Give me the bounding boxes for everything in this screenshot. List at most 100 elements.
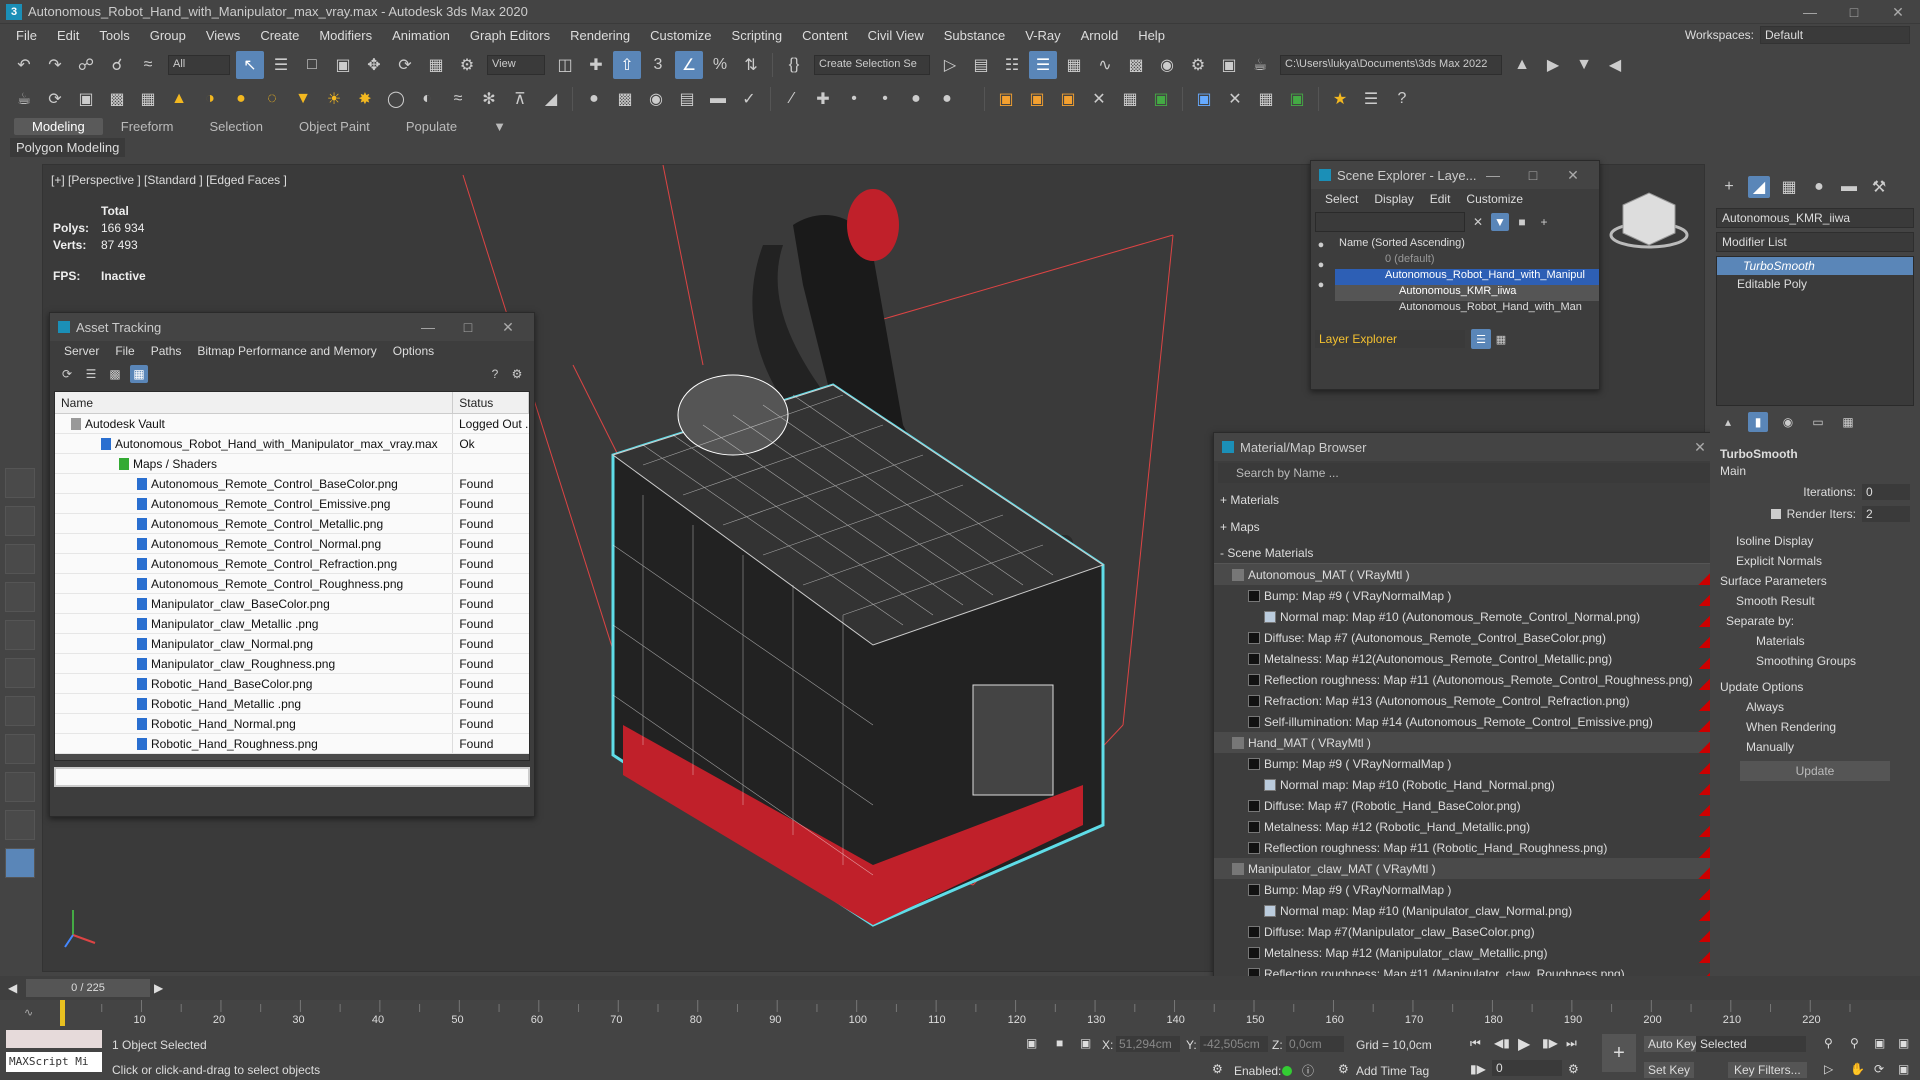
map-row[interactable]: Normal map: Map #10 (Manipulator_claw_No… (1214, 900, 1726, 921)
enabled-indicator-icon[interactable] (1282, 1066, 1292, 1076)
substance-fe-icon[interactable]: ▣ (1054, 85, 1082, 113)
next-key-icon[interactable]: ▮▶ (1542, 1036, 1558, 1050)
map-row[interactable]: Metalness: Map #12(Autonomous_Remote_Con… (1214, 648, 1726, 669)
material-browser-titlebar[interactable]: Material/Map Browser ✕ (1214, 433, 1726, 461)
scene-row-kmr-iiwa[interactable]: Autonomous_KMR_iiwa (1335, 285, 1599, 301)
map-row[interactable]: Normal map: Map #10 (Robotic_Hand_Normal… (1214, 774, 1726, 795)
layout-tab-icon[interactable] (5, 544, 35, 574)
scene-search-input[interactable] (1315, 212, 1465, 232)
materials-group[interactable]: + Materials (1214, 489, 1726, 510)
modifier-turbosmooth[interactable]: TurboSmooth (1717, 257, 1913, 275)
scene-materials-group[interactable]: - Scene Materials (1214, 543, 1726, 564)
scene-menu-select[interactable]: Select (1317, 192, 1366, 206)
asset-row[interactable]: Robotic_Hand_Metallic .png Found (55, 694, 529, 714)
maximize-icon[interactable]: □ (1832, 0, 1876, 24)
ribbon-options-icon[interactable]: ▼ (475, 118, 524, 135)
map-row[interactable]: Normal map: Map #10 (Autonomous_Remote_C… (1214, 606, 1726, 627)
asset-row[interactable]: Manipulator_claw_Metallic .png Found (55, 614, 529, 634)
set-key-button[interactable]: Set Key (1644, 1062, 1695, 1078)
explicit-normals-checkbox[interactable]: Explicit Normals (1710, 551, 1920, 571)
orbit-icon[interactable]: ⟳ (1874, 1062, 1884, 1076)
layout-tab-icon[interactable] (5, 810, 35, 840)
placement-icon[interactable]: ⚙ (453, 51, 481, 79)
modifier-list-dropdown[interactable]: Modifier List (1716, 232, 1914, 252)
spinner-snap-icon[interactable]: ⇅ (737, 51, 765, 79)
asset-row[interactable]: Robotic_Hand_Roughness.png Found (55, 734, 529, 754)
material-search-input[interactable]: Search by Name ... (1218, 463, 1722, 483)
substance-tools-icon[interactable]: ✕ (1085, 85, 1113, 113)
vray-light-icon[interactable]: ▲ (165, 85, 193, 113)
substance-grid-icon[interactable]: ▦ (1116, 85, 1144, 113)
asset-menu-options[interactable]: Options (385, 344, 442, 358)
scale-icon[interactable]: ▦ (422, 51, 450, 79)
time-tag-icon[interactable]: ⚙ (1338, 1062, 1349, 1076)
asset-row[interactable]: Autonomous_Remote_Control_BaseColor.png F… (55, 474, 529, 494)
menu-content[interactable]: Content (792, 28, 858, 43)
render-frame-icon[interactable]: ▣ (72, 85, 100, 113)
refresh-icon[interactable]: ⟳ (58, 365, 76, 383)
map-row[interactable]: Metalness: Map #12 (Robotic_Hand_Metalli… (1214, 816, 1726, 837)
info-icon[interactable]: ⓘ (1302, 1062, 1314, 1079)
arnold-light-icon[interactable]: ★ (1326, 85, 1354, 113)
asset-row[interactable]: Autodesk Vault Logged Out . (55, 414, 529, 434)
settings-icon[interactable]: ⚙ (508, 365, 526, 383)
asset-row[interactable]: Robotic_Hand_BaseColor.png Found (55, 674, 529, 694)
update-button[interactable]: Update (1740, 761, 1890, 781)
menu-arnold[interactable]: Arnold (1071, 28, 1129, 43)
menu-graph-editors[interactable]: Graph Editors (460, 28, 560, 43)
curve-editor-icon[interactable]: ∿ (1091, 51, 1119, 79)
arnold-ipr-icon[interactable]: ▣ (1283, 85, 1311, 113)
hierarchy-icon[interactable]: ▦ (1491, 329, 1511, 349)
select-manipulate-icon[interactable]: ✚ (582, 51, 610, 79)
next-frame-icon[interactable]: ▶ (154, 981, 163, 995)
layout-tab-icon[interactable] (5, 658, 35, 688)
minimize-icon[interactable]: — (1788, 0, 1832, 24)
make-unique-icon[interactable]: ◉ (1778, 412, 1798, 432)
help-icon[interactable]: ? (486, 365, 504, 383)
scene-explorer-icon[interactable]: ☷ (998, 51, 1026, 79)
modify-tab-icon[interactable]: ◢ (1748, 176, 1770, 198)
menu-create[interactable]: Create (250, 28, 309, 43)
prev-frame-icon[interactable]: ◀ (8, 981, 17, 995)
rendered-frame-icon[interactable]: ▣ (1215, 51, 1243, 79)
vray-sun-icon[interactable]: ☀ (320, 85, 348, 113)
asset-menu-paths[interactable]: Paths (143, 344, 190, 358)
vray-sun-sky-icon[interactable]: ✸ (351, 85, 379, 113)
separate-smoothing-checkbox[interactable]: Smoothing Groups (1710, 651, 1920, 671)
render-iters-checkbox[interactable] (1770, 509, 1781, 519)
thumbnail-view-icon[interactable]: ▩ (106, 365, 124, 383)
add-layer-icon[interactable]: + (1535, 213, 1553, 231)
zoom-extents-all-icon[interactable]: ▣ (1898, 1036, 1909, 1050)
key-filters-button[interactable]: Key Filters... (1728, 1062, 1807, 1078)
play-icon[interactable]: ▶ (1518, 1034, 1530, 1054)
vray-proxy-icon[interactable]: ◯ (382, 85, 410, 113)
close-icon[interactable]: ✕ (488, 313, 528, 341)
arnold-render-icon[interactable]: ▣ (1190, 85, 1218, 113)
redo-icon[interactable]: ↷ (41, 51, 69, 79)
go-to-end-icon[interactable]: ⏭ (1566, 1036, 1577, 1051)
map-row[interactable]: Bump: Map #9 ( VRayNormalMap ) (1214, 753, 1726, 774)
separate-materials-checkbox[interactable]: Materials (1710, 631, 1920, 651)
map-row[interactable]: Bump: Map #9 ( VRayNormalMap ) (1214, 585, 1726, 606)
map-row[interactable]: Reflection roughness: Map #11 (Autonomou… (1214, 669, 1726, 690)
arnold-tools-icon[interactable]: ✕ (1221, 85, 1249, 113)
asset-menu-bitmap[interactable]: Bitmap Performance and Memory (189, 344, 384, 358)
schematic-view-icon[interactable]: ▩ (1122, 51, 1150, 79)
z-coord-field[interactable]: 0,0cm (1286, 1036, 1344, 1052)
reference-coord-dropdown[interactable]: View (487, 55, 545, 75)
vray-render-icon[interactable]: ▩ (103, 85, 131, 113)
create-tab-icon[interactable]: + (1718, 176, 1740, 198)
track-bar[interactable]: ∿ 10 20 30 40 50 60 70 80 90 100 110 120 130 140 150 16… (0, 1000, 1920, 1028)
asset-row[interactable]: Autonomous_Remote_Control_Roughness.png F… (55, 574, 529, 594)
layer-explorer-icon[interactable]: ☰ (1029, 51, 1057, 79)
material-row[interactable]: Autonomous_MAT ( VRayMtl ) (1214, 564, 1726, 585)
column-status[interactable]: Status (453, 392, 529, 413)
menu-customize[interactable]: Customize (640, 28, 721, 43)
vray-fur-icon[interactable]: ≈ (444, 85, 472, 113)
zoom-extents-icon[interactable]: ▣ (1874, 1036, 1885, 1050)
list-view-icon[interactable]: ☰ (82, 365, 100, 383)
material-row[interactable]: Hand_MAT ( VRayMtl ) (1214, 732, 1726, 753)
asset-row[interactable]: Autonomous_Remote_Control_Refraction.png… (55, 554, 529, 574)
layout-tab-icon[interactable] (5, 848, 35, 878)
project-path-dropdown[interactable]: C:\Users\lukya\Documents\3ds Max 2022 (1280, 55, 1502, 75)
